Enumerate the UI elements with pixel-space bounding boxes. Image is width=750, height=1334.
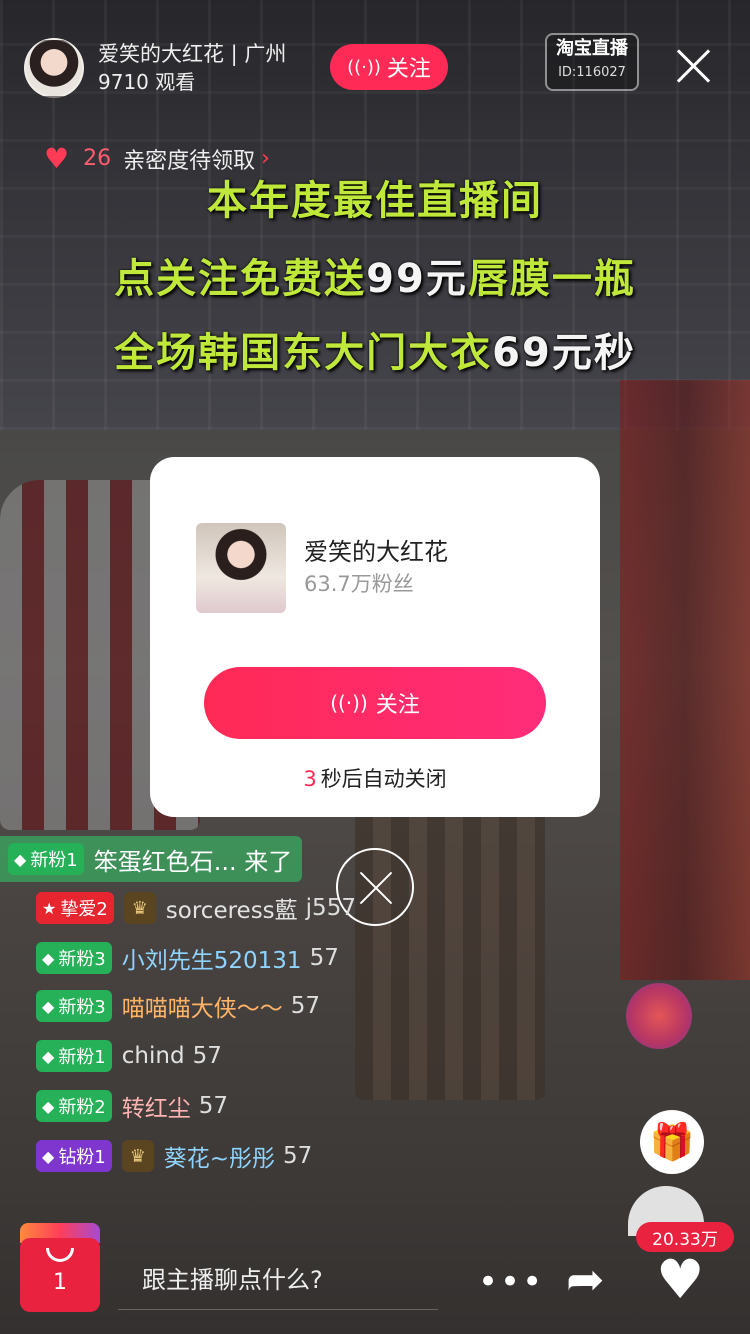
fan-badge-label: 钻粉1 xyxy=(58,1147,106,1168)
fan-badge-label: 新粉3 xyxy=(58,949,106,970)
diamond-icon: ◆ xyxy=(14,849,27,869)
modal-fan-count: 63.7万粉丝 xyxy=(304,572,414,596)
crown-icon: ♛ xyxy=(121,1140,154,1172)
diamond-icon: ◆ xyxy=(42,1146,55,1166)
banner-line-2-a: 点关注免费送 xyxy=(114,256,367,302)
chat-message[interactable]: ◆ 新粉3 喵喵喵大侠～～ 57 xyxy=(36,986,320,1026)
like-heart-icon[interactable]: ♥ xyxy=(656,1248,704,1311)
chat-score: j557 xyxy=(305,895,356,921)
diamond-icon: ◆ xyxy=(42,996,55,1016)
room-id: ID:116027 xyxy=(558,65,626,80)
countdown-number: 3 xyxy=(303,767,317,791)
star-icon: ★ xyxy=(42,898,57,918)
host-meta: 爱笑的大红花 | 广州 9710 观看 xyxy=(98,40,286,96)
chat-score: 57 xyxy=(309,945,339,971)
chat-join-banner: ◆ 新粉1 笨蛋红色石... 来了 xyxy=(0,836,303,882)
modal-follow-button[interactable]: ((·)) 关注 xyxy=(204,667,546,739)
chat-message[interactable]: ◆ 新粉3 小刘先生520131 57 xyxy=(36,938,339,978)
banner-line-3: 全场韩国东大门大衣69元秒 xyxy=(0,320,750,378)
chat-username: 小刘先生520131 xyxy=(121,948,302,974)
chat-input[interactable]: 跟主播聊点什么? xyxy=(118,1246,438,1310)
close-icon[interactable] xyxy=(676,48,712,84)
banner-line-2-c: 唇膜一瓶 xyxy=(467,256,636,302)
fan-badge: ◆ 新粉3 xyxy=(36,942,112,974)
chat-message[interactable]: ◆ 钻粉1 ♛ 葵花~彤彤 57 xyxy=(36,1136,312,1176)
diamond-icon: ◆ xyxy=(42,1096,55,1116)
chat-score: 57 xyxy=(198,1093,229,1119)
chat-score: 57 xyxy=(283,1143,313,1169)
chat-username: 葵花~彤彤 xyxy=(163,1146,276,1172)
banner-line-1: 本年度最佳直播间 xyxy=(207,178,543,224)
host-info[interactable]: 爱笑的大红花 | 广州 9710 观看 xyxy=(24,38,286,98)
follow-label: 关注 xyxy=(386,57,431,82)
modal-host-avatar xyxy=(196,523,286,613)
fan-badge-label: 新粉2 xyxy=(58,1097,106,1118)
modal-follow-label: 关注 xyxy=(375,693,420,718)
more-icon[interactable]: ••• xyxy=(478,1262,544,1302)
chat-message[interactable]: ◆ 新粉1 chind 57 xyxy=(36,1036,222,1076)
banner-line-3-a: 全场韩国东大门大衣 xyxy=(114,330,493,376)
host-name: 爱笑的大红花 | 广州 xyxy=(98,42,287,66)
chat-username: 转红尘 xyxy=(121,1096,191,1122)
join-text: 笨蛋红色石... 来了 xyxy=(93,847,293,876)
banner-line-3-b: 69元秒 xyxy=(492,330,636,376)
platform-logo-text: 淘宝直播 xyxy=(556,38,628,59)
fan-badge: ◆ 新粉1 xyxy=(8,843,84,875)
fan-badge: ◆ 新粉2 xyxy=(36,1090,112,1122)
fan-badge: ◆ 新粉3 xyxy=(36,990,112,1022)
chat-username: sorceress藍 xyxy=(165,898,298,924)
fan-badge-label: 新粉1 xyxy=(58,1047,106,1068)
auto-close-timer: 3 秒后自动关闭 xyxy=(150,763,600,793)
cart-count: 1 xyxy=(53,1269,67,1295)
viewer-count: 9710 观看 xyxy=(98,70,196,94)
chat-score: 57 xyxy=(192,1043,222,1069)
host-avatar[interactable] xyxy=(24,38,84,98)
shopping-bag-button[interactable]: 1 xyxy=(20,1238,100,1312)
broadcast-icon: ((·)) xyxy=(347,56,381,78)
chat-username: 喵喵喵大侠～～ xyxy=(121,996,283,1022)
modal-host-name: 爱笑的大红花 xyxy=(304,538,448,566)
banner-line-2-b: 99元 xyxy=(366,256,468,302)
fan-badge: ★ 挚爱2 xyxy=(36,892,114,924)
lucky-bag-icon[interactable] xyxy=(626,983,692,1049)
share-icon[interactable]: ➦ xyxy=(566,1252,605,1306)
crown-icon: ♛ xyxy=(123,892,156,924)
fan-badge-label: 挚爱2 xyxy=(60,899,108,920)
diamond-icon: ◆ xyxy=(42,1046,55,1066)
chat-message[interactable]: ◆ 新粉2 转红尘 57 xyxy=(36,1086,228,1126)
follow-modal: 爱笑的大红花 63.7万粉丝 ((·)) 关注 3 秒后自动关闭 xyxy=(150,457,600,817)
gift-icon[interactable]: 🎁 xyxy=(640,1110,704,1174)
shopping-bag-icon xyxy=(46,1248,74,1262)
fan-badge: ◆ 钻粉1 xyxy=(36,1140,112,1172)
chat-message[interactable]: ★ 挚爱2 ♛ sorceress藍 j557 xyxy=(36,888,356,928)
broadcast-icon: ((·)) xyxy=(330,691,368,715)
fan-badge-label: 新粉3 xyxy=(58,997,106,1018)
fan-badge: ◆ 新粉1 xyxy=(36,1040,112,1072)
platform-logo: 淘宝直播 ID:116027 xyxy=(545,33,639,91)
chat-score: 57 xyxy=(290,993,321,1019)
diamond-icon: ◆ xyxy=(42,948,55,968)
countdown-text: 秒后自动关闭 xyxy=(320,767,447,791)
chat-username: chind xyxy=(121,1043,185,1069)
fan-badge-label: 新粉1 xyxy=(30,850,78,871)
follow-button[interactable]: ((·)) 关注 xyxy=(330,44,448,90)
banner-line-2: 点关注免费送99元唇膜一瓶 xyxy=(0,246,750,304)
